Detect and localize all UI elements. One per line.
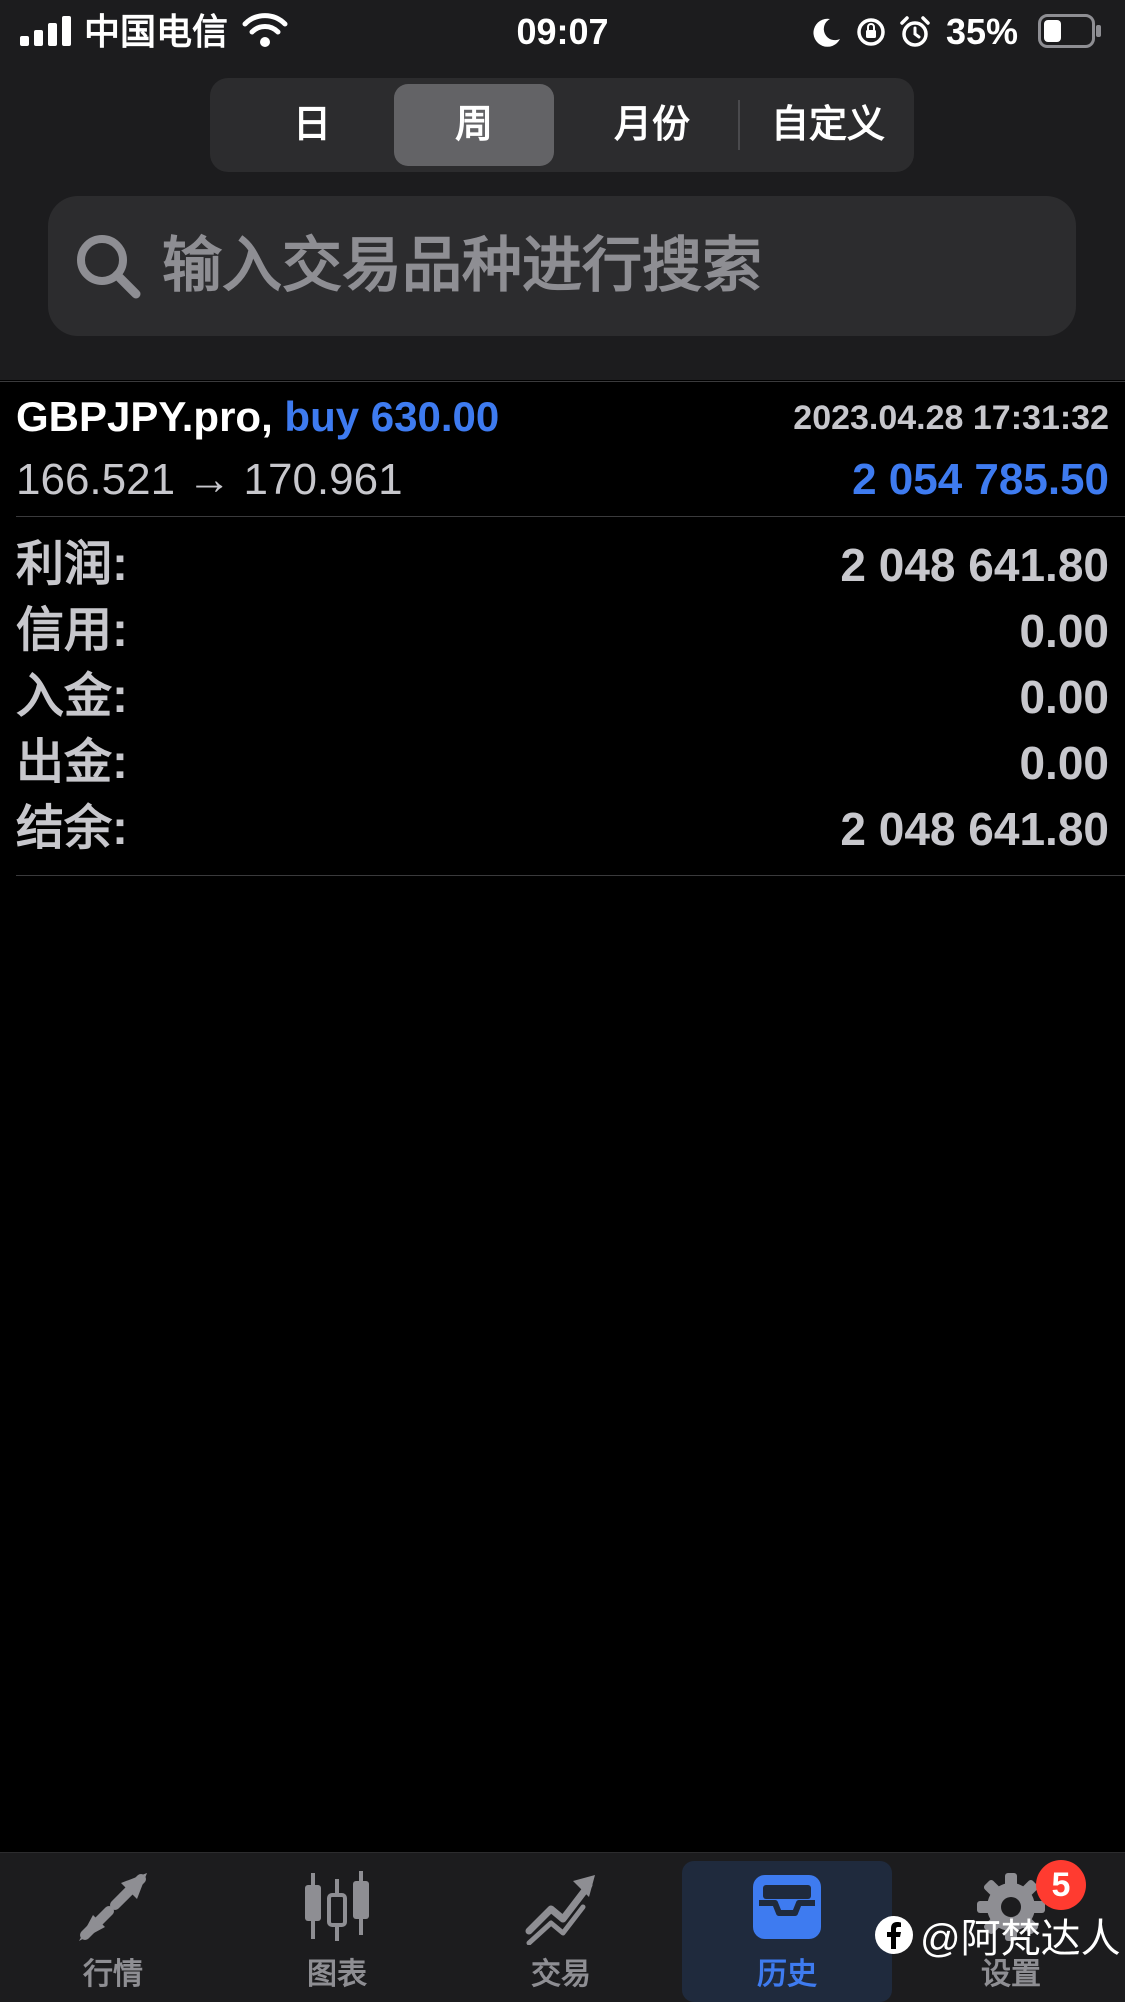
summary-label: 出金: [16,736,128,789]
summary-label: 入金: [16,670,128,723]
search-icon [77,235,141,299]
summary-value: 0.00 [1019,605,1109,657]
alarm-icon [900,16,930,47]
divider [0,381,1125,382]
summary-row-profit: 利润: 2 048 641.80 [16,532,1109,598]
period-tab-week[interactable]: 周 [394,84,554,166]
summary-label: 利润: [16,538,128,591]
tab-quotes[interactable]: 行情 [8,1853,218,2002]
summary-row-deposit: 入金: 0.00 [16,664,1109,730]
summary-row-credit: 信用: 0.00 [16,598,1109,664]
summary-value: 0.00 [1019,737,1109,789]
summary-value: 0.00 [1019,671,1109,723]
deal-type-volume: buy 630.00 [284,393,500,440]
battery-icon [1038,14,1101,48]
divider [16,875,1125,876]
deal-symbol: GBPJPY.pro, [16,393,273,440]
summary-row-withdrawal: 出金: 0.00 [16,730,1109,796]
status-bar: 中国电信 09:07 35% [0,0,1125,64]
summary-label: 结余: [16,802,128,855]
tab-label: 行情 [83,1958,143,1991]
settings-badge: 5 [1036,1860,1086,1910]
deal-symbol-line: GBPJPY.pro, buy 630.00 [16,388,499,446]
quotes-arrows-icon [79,1873,147,1941]
trade-trend-icon [525,1875,595,1945]
summary-label: 信用: [16,604,128,657]
period-tab-custom[interactable]: 自定义 [748,84,908,166]
period-segmented-control: 日 周 月份 自定义 [210,78,914,172]
tab-charts[interactable]: 图表 [232,1853,442,2002]
deal-profit: 2 054 785.50 [852,455,1109,504]
tab-history[interactable]: 历史 [682,1861,892,2002]
summary-row-balance: 结余: 2 048 641.80 [16,796,1109,862]
tab-label: 交易 [531,1958,591,1991]
watermark: @阿梵达人 [874,1910,1121,1961]
watermark-text: @阿梵达人 [920,1917,1121,1961]
summary-value: 2 048 641.80 [840,803,1109,855]
segment-divider [738,100,740,150]
period-tab-day[interactable]: 日 [232,84,392,166]
battery-percentage: 35% [946,11,1019,52]
search-placeholder: 输入交易品种进行搜索 [162,232,762,299]
candlestick-chart-icon [305,1871,369,1941]
tab-trade[interactable]: 交易 [456,1853,666,2002]
tab-label: 图表 [307,1958,367,1991]
rotation-lock-icon [857,18,885,46]
facebook-icon [875,1916,913,1954]
deal-datetime: 2023.04.28 17:31:32 [793,399,1109,437]
deal-prices: 166.521 → 170.961 [16,455,403,504]
search-input[interactable]: 输入交易品种进行搜索 [48,196,1076,336]
summary-value: 2 048 641.80 [840,539,1109,591]
history-inbox-icon [753,1875,821,1939]
period-tab-month[interactable]: 月份 [572,84,732,166]
tab-label: 历史 [757,1958,817,1991]
divider [16,516,1125,517]
moon-icon [813,18,840,47]
